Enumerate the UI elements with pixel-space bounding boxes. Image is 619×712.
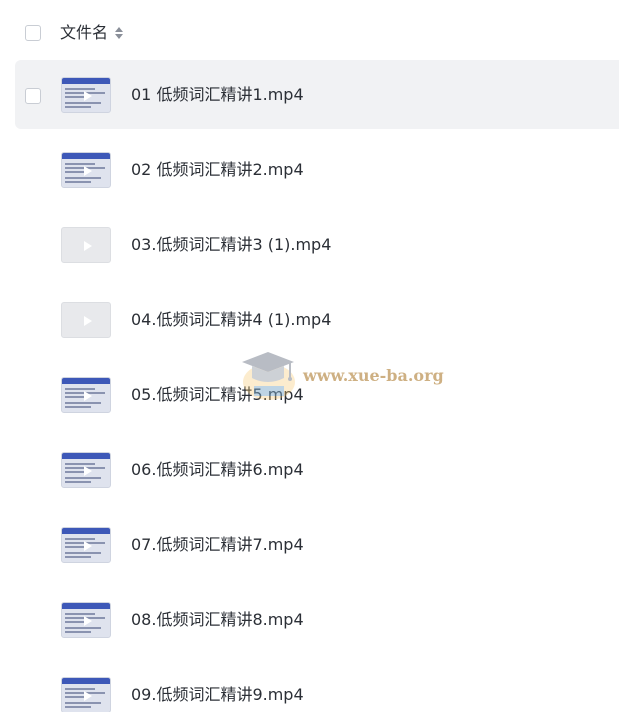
thumbnail-header-bar bbox=[62, 153, 110, 159]
thumbnail-text-line bbox=[65, 181, 91, 183]
thumbnail-header-bar bbox=[62, 453, 110, 459]
thumbnail-header-bar bbox=[62, 528, 110, 534]
file-row[interactable]: 02 低频词汇精讲2.mp4 bbox=[0, 133, 619, 208]
play-icon bbox=[84, 316, 92, 326]
file-name[interactable]: 01 低频词汇精讲1.mp4 bbox=[131, 85, 304, 105]
file-row[interactable]: 09.低频词汇精讲9.mp4 bbox=[0, 658, 619, 712]
file-row[interactable]: 01 低频词汇精讲1.mp4 bbox=[0, 58, 619, 133]
file-name[interactable]: 08.低频词汇精讲8.mp4 bbox=[131, 610, 304, 630]
file-name[interactable]: 03.低频词汇精讲3 (1).mp4 bbox=[131, 235, 331, 255]
watermark: www.xue-ba.org bbox=[238, 348, 448, 404]
play-icon bbox=[84, 241, 92, 251]
watermark-text: www.xue-ba.org bbox=[303, 366, 444, 385]
play-icon bbox=[84, 466, 92, 476]
file-row[interactable]: 08.低频词汇精讲8.mp4 bbox=[0, 583, 619, 658]
video-thumbnail[interactable] bbox=[61, 527, 111, 563]
filename-column-header[interactable]: 文件名 bbox=[60, 23, 108, 43]
play-icon bbox=[84, 91, 92, 101]
thumbnail-text-line bbox=[65, 702, 101, 704]
file-row[interactable]: 07.低频词汇精讲7.mp4 bbox=[0, 508, 619, 583]
video-thumbnail[interactable] bbox=[61, 302, 111, 338]
play-icon bbox=[84, 616, 92, 626]
file-name[interactable]: 02 低频词汇精讲2.mp4 bbox=[131, 160, 304, 180]
video-thumbnail[interactable] bbox=[61, 602, 111, 638]
thumbnail-text-line bbox=[65, 706, 91, 708]
graduation-cap-logo bbox=[242, 352, 295, 400]
video-thumbnail[interactable] bbox=[61, 152, 111, 188]
play-icon bbox=[84, 691, 92, 701]
video-thumbnail[interactable] bbox=[61, 677, 111, 712]
thumbnail-header-bar bbox=[62, 378, 110, 384]
file-name[interactable]: 09.低频词汇精讲9.mp4 bbox=[131, 685, 304, 705]
file-row[interactable]: 04.低频词汇精讲4 (1).mp4 bbox=[0, 283, 619, 358]
thumbnail-text-line bbox=[65, 477, 101, 479]
video-thumbnail[interactable] bbox=[61, 77, 111, 113]
play-icon bbox=[84, 391, 92, 401]
thumbnail-text-line bbox=[65, 106, 91, 108]
play-icon bbox=[84, 541, 92, 551]
video-thumbnail[interactable] bbox=[61, 377, 111, 413]
thumbnail-text-line bbox=[65, 552, 101, 554]
video-thumbnail[interactable] bbox=[61, 452, 111, 488]
thumbnail-header-bar bbox=[62, 78, 110, 84]
file-row[interactable]: 03.低频词汇精讲3 (1).mp4 bbox=[0, 208, 619, 283]
thumbnail-text-line bbox=[65, 481, 91, 483]
thumbnail-text-line bbox=[65, 102, 101, 104]
video-thumbnail[interactable] bbox=[61, 227, 111, 263]
file-name[interactable]: 04.低频词汇精讲4 (1).mp4 bbox=[131, 310, 331, 330]
play-icon bbox=[84, 166, 92, 176]
sort-icon[interactable] bbox=[114, 26, 124, 40]
thumbnail-text-line bbox=[65, 406, 91, 408]
row-checkbox[interactable] bbox=[25, 88, 41, 104]
file-name[interactable]: 07.低频词汇精讲7.mp4 bbox=[131, 535, 304, 555]
file-name[interactable]: 06.低频词汇精讲6.mp4 bbox=[131, 460, 304, 480]
thumbnail-header-bar bbox=[62, 678, 110, 684]
thumbnail-text-line bbox=[65, 631, 91, 633]
thumbnail-text-line bbox=[65, 402, 101, 404]
file-list-page: 文件名 01 低频词汇精讲1.mp4 02 低频词汇精讲2.mp4 03.低频词汇精… bbox=[0, 0, 619, 712]
file-list-header: 文件名 bbox=[0, 0, 619, 66]
thumbnail-header-bar bbox=[62, 603, 110, 609]
thumbnail-text-line bbox=[65, 556, 91, 558]
file-row[interactable]: 06.低频词汇精讲6.mp4 bbox=[0, 433, 619, 508]
thumbnail-text-line bbox=[65, 627, 101, 629]
thumbnail-text-line bbox=[65, 177, 101, 179]
select-all-checkbox[interactable] bbox=[25, 25, 41, 41]
